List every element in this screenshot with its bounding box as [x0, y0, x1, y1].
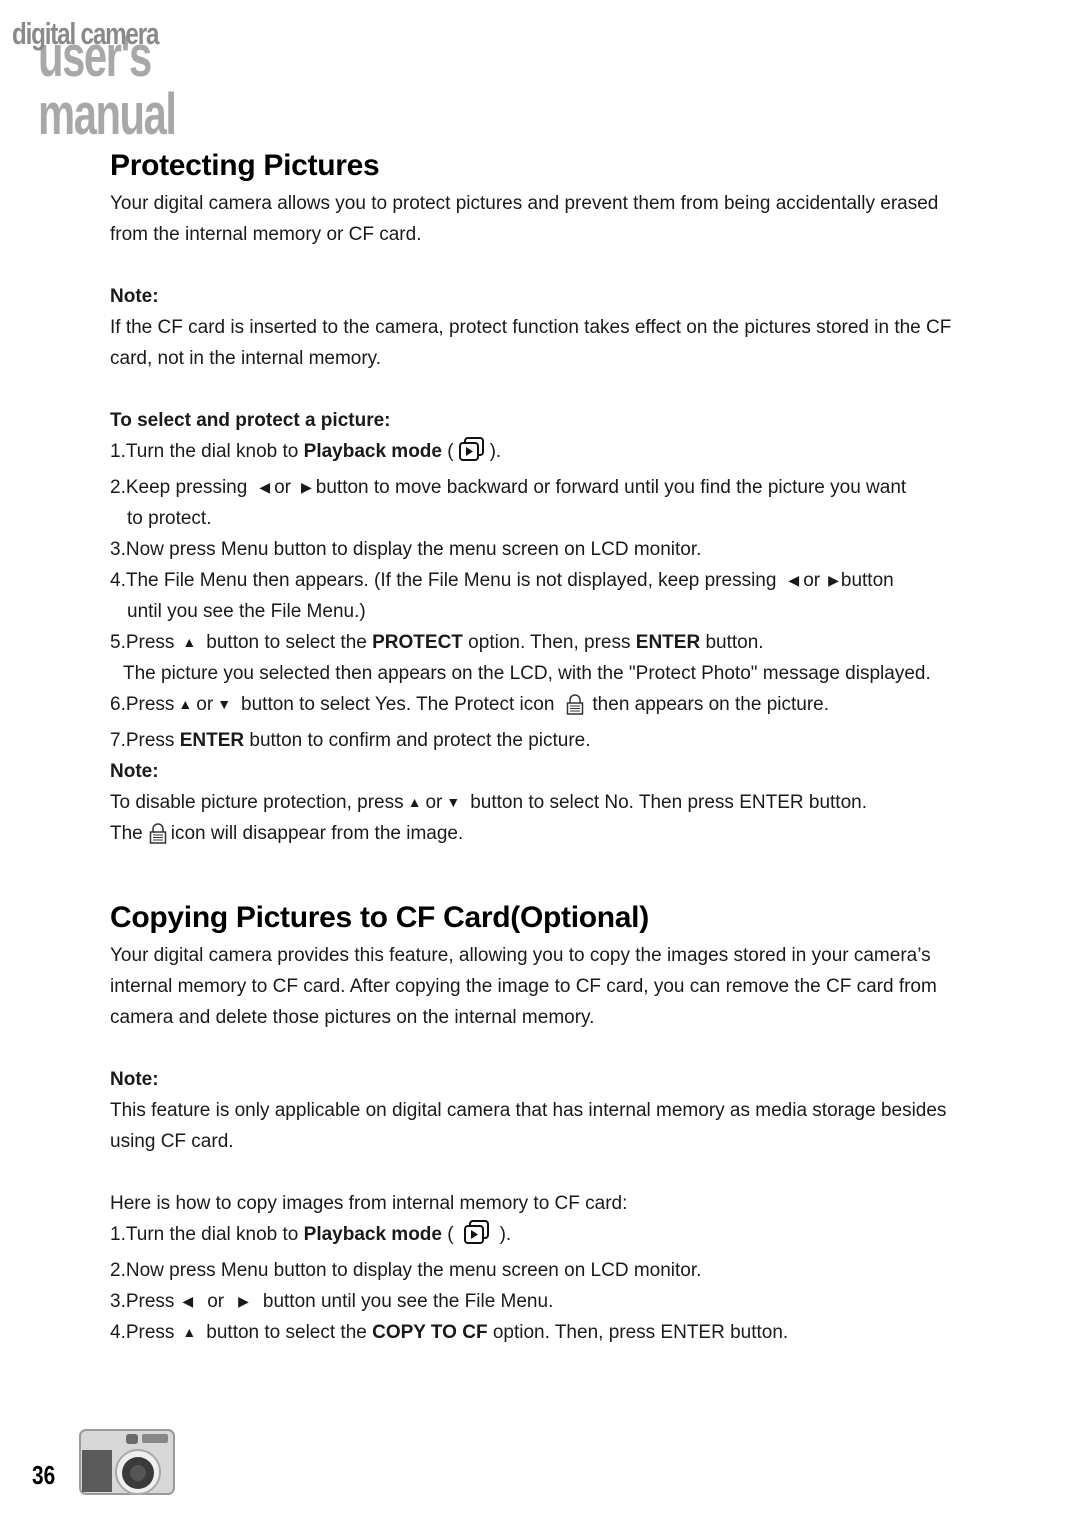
page-number: 36: [32, 1460, 56, 1490]
playback-mode-icon: [462, 1219, 492, 1255]
section-title-protecting: Protecting Pictures: [110, 149, 380, 182]
note-label: Note:: [110, 286, 159, 307]
playback-mode-icon: [457, 436, 487, 472]
left-arrow-icon: ◀: [182, 1293, 194, 1309]
note-label-2: Note:: [110, 761, 159, 782]
manual-logo: user's manual digital camera: [12, 14, 332, 144]
intro-paragraph: Your digital camera allows you to protec…: [110, 193, 939, 245]
page-content: Protecting Pictures Your digital camera …: [110, 146, 980, 1348]
note-text-3: This feature is only applicable on digit…: [110, 1100, 947, 1152]
down-arrow-icon: ▼: [446, 794, 461, 810]
steps-heading: To select and protect a picture:: [110, 410, 391, 431]
copy-step-2: 2.Now press Menu button to display the m…: [110, 1260, 702, 1281]
lock-icon: [149, 822, 167, 854]
camera-icon: [78, 1424, 178, 1505]
note-2-text-cont: The icon will disappear from the image.: [110, 818, 980, 854]
step-6: 6.Press ▲ or ▼ button to select Yes. The Pro…: [110, 689, 980, 725]
up-arrow-icon: ▲: [178, 696, 193, 712]
step-1: 1.Turn the dial knob to Playback mode ()…: [110, 436, 980, 472]
step-2-cont: to protect.: [127, 508, 212, 529]
copy-step-3: 3.Press ◀ or ▶ button until you see the File…: [110, 1286, 980, 1317]
note-2-text: To disable picture protection, press ▲ or ▼…: [110, 787, 980, 818]
howto-text: Here is how to copy images from internal…: [110, 1193, 628, 1214]
step-2: 2.Keep pressing ◀ or ▶ button to move backwa…: [110, 472, 980, 503]
left-arrow-icon: ◀: [259, 479, 271, 495]
section-title-copying: Copying Pictures to CF Card(Optional): [110, 901, 649, 934]
step-5-cont: The picture you selected then appears on…: [123, 663, 931, 684]
right-arrow-icon: ▶: [828, 572, 839, 588]
step-3: 3.Now press Menu button to display the m…: [110, 539, 702, 560]
step-4-cont: until you see the File Menu.): [127, 601, 366, 622]
note-text: If the CF card is inserted to the camera…: [110, 317, 952, 369]
right-arrow-icon: ▶: [301, 479, 312, 495]
lock-icon: [566, 693, 584, 725]
right-arrow-icon: ▶: [238, 1293, 249, 1309]
up-arrow-icon: ▲: [182, 634, 197, 650]
down-arrow-icon: ▼: [217, 696, 232, 712]
step-4: 4.The File Menu then appears. (If the Fi…: [110, 565, 980, 596]
step-7: 7.Press ENTER button to confirm and prot…: [110, 730, 591, 751]
left-arrow-icon: ◀: [788, 572, 800, 588]
copy-step-4: 4.Press ▲ button to select the COPY TO CF …: [110, 1317, 980, 1348]
copy-step-1: 1.Turn the dial knob to Playback mode ()…: [110, 1219, 980, 1255]
up-arrow-icon: ▲: [182, 1324, 197, 1340]
up-arrow-icon: ▲: [407, 794, 422, 810]
intro-paragraph-2: Your digital camera provides this featur…: [110, 945, 937, 1028]
step-5: 5.Press ▲ button to select the PROTECT opt…: [110, 627, 980, 658]
logo-digital-camera: digital camera: [12, 16, 159, 51]
note-label-3: Note:: [110, 1069, 159, 1090]
